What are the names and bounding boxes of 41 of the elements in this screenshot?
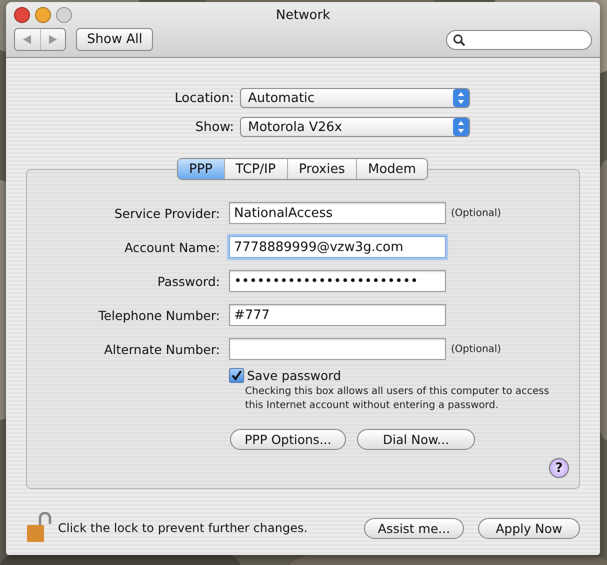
popup-label: Show: [194,120,235,134]
show-all-button[interactable]: Show All [76,28,154,51]
text-field[interactable] [229,338,446,360]
dial-now-button[interactable]: Dial Now... [357,429,475,450]
search-icon [453,34,465,46]
stepper-arrows-icon [453,118,469,136]
popup-menu[interactable]: Automatic [240,88,470,108]
ppp-options-button[interactable]: PPP Options... [230,429,346,450]
help-text: Checking this box allows all users of this computer to access this Internet account without entering a password. [245,385,550,413]
text-field[interactable]: •••••••••••••••••••••••• [229,270,446,292]
text-field[interactable]: #777 [229,304,446,326]
back-icon [23,35,32,44]
field-label: Account Name: [123,240,221,254]
field-label: Alternate Number: [103,342,221,356]
forward-icon [48,35,57,44]
tab[interactable]: PPP [178,159,224,179]
lock-message: Click the lock to prevent further changes. [58,521,308,535]
optional-note: (Optional) [451,208,502,218]
minimize-button[interactable] [35,7,51,23]
field-label: Service Provider: [113,206,221,220]
text-field[interactable]: NationalAccess [229,202,446,224]
text-field[interactable]: 7778889999@vzw3g.com [229,236,446,258]
help-button[interactable]: ? [549,458,569,478]
checkbox-label: Save password [247,368,342,383]
apply-now-button[interactable]: Apply Now [478,518,580,538]
field-label: Telephone Number: [97,308,221,322]
tab[interactable]: Modem [356,159,428,179]
popup-label: Location: [174,90,235,106]
close-button[interactable] [14,7,30,23]
tab[interactable]: Proxies [286,159,356,179]
window-title: Network [276,8,330,22]
padlock-icon [26,512,52,544]
field-label: Password: [156,274,221,288]
stepper-arrows-icon [453,89,469,107]
popup-menu[interactable]: Motorola V26x [240,117,470,137]
zoom-button[interactable] [56,7,72,23]
search-field[interactable] [446,30,592,50]
optional-note: (Optional) [451,344,502,354]
checkbox[interactable] [229,368,244,383]
tab[interactable]: TCP/IP [224,159,287,179]
assist-me-button[interactable]: Assist me... [364,518,464,538]
